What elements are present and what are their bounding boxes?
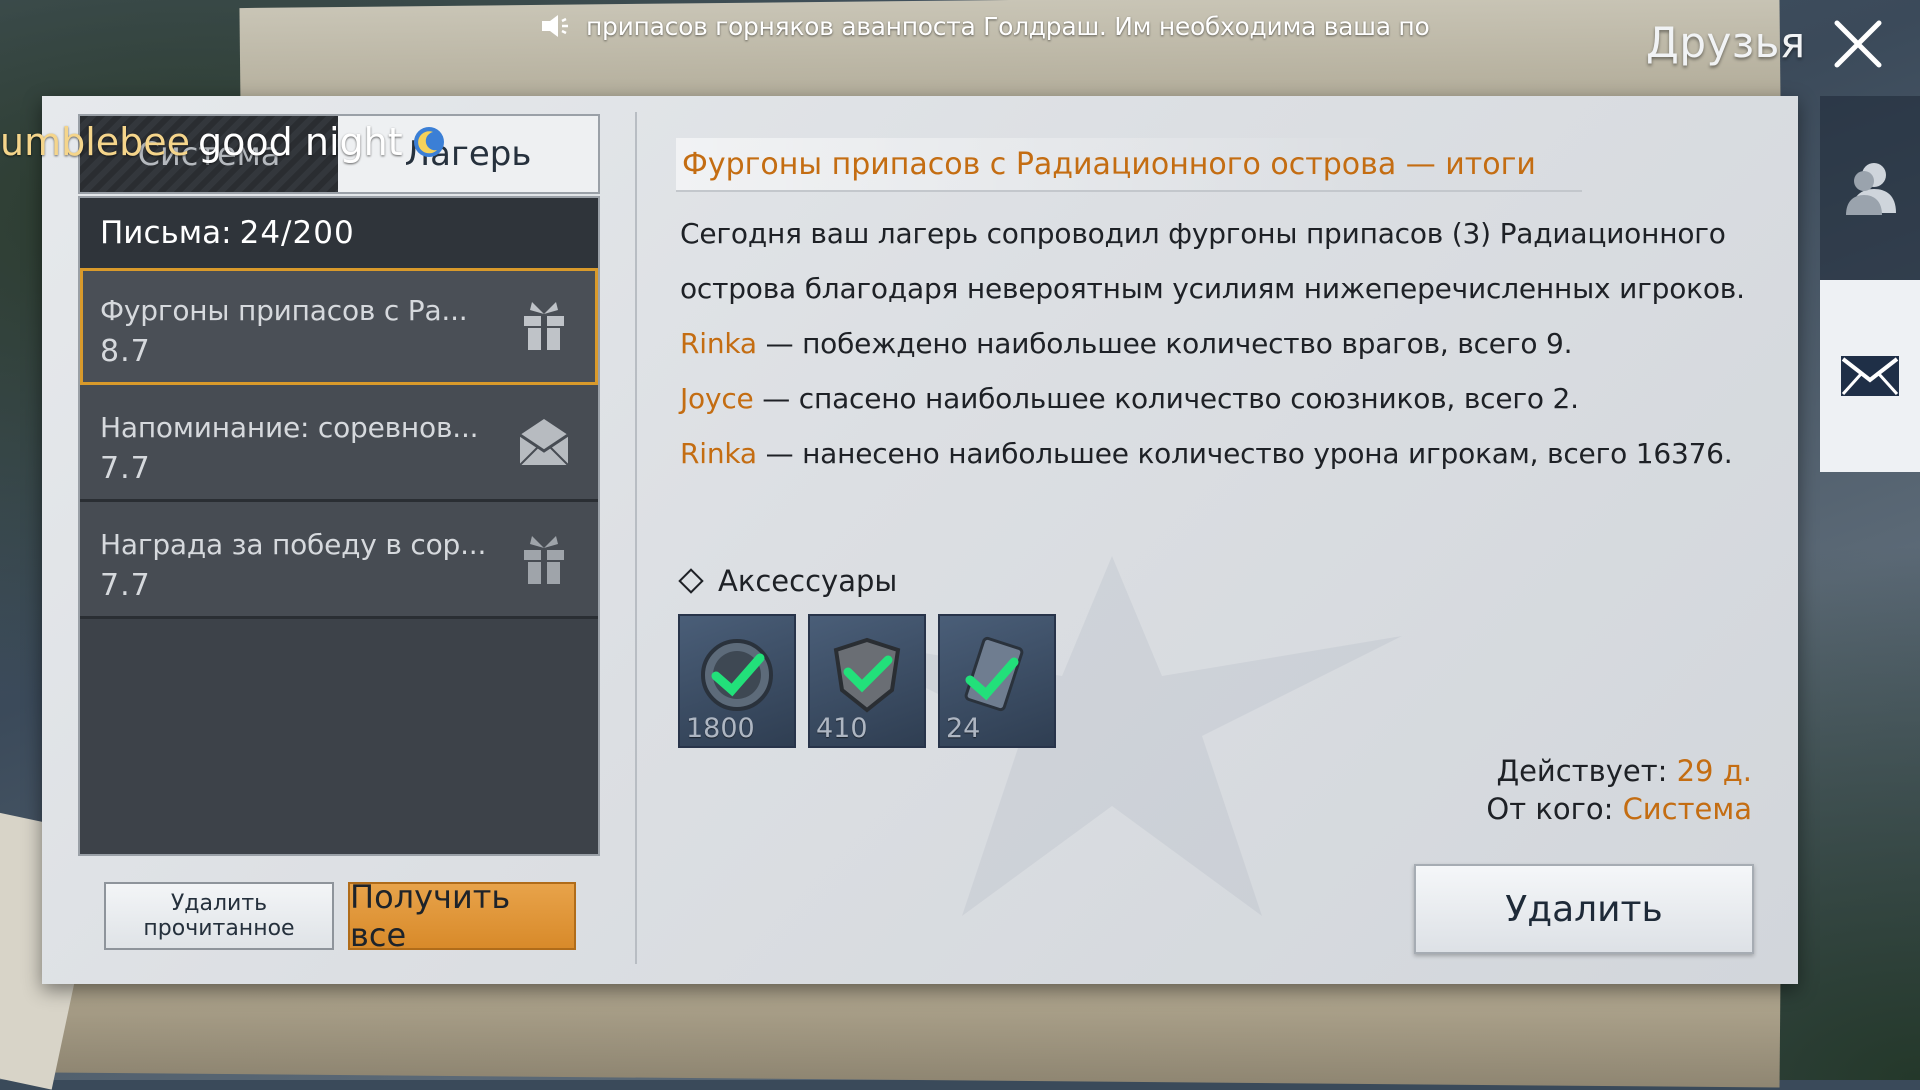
attachments-list: 1800 410 24 (678, 614, 1056, 748)
from-label: От кого: (1486, 792, 1614, 826)
stat-text: — побеждено наибольшее количество врагов… (756, 327, 1573, 360)
mail-date: 8.7 (100, 334, 151, 369)
speaker-icon (540, 13, 574, 39)
stat-text: — спасено наибольшее количество союзнико… (753, 382, 1579, 415)
mail-text-line: Rinka — нанесено наибольшее количество у… (680, 426, 1810, 481)
mail-body: Сегодня ваш лагерь сопроводил фургоны пр… (680, 206, 1810, 481)
chat-nick: umblebee (0, 120, 191, 164)
mail-date: 7.7 (100, 568, 151, 603)
close-icon (1834, 20, 1882, 68)
from-row: От кого: Система (1486, 790, 1752, 828)
side-tab-mail[interactable] (1820, 280, 1920, 472)
friends-icon (1846, 163, 1896, 215)
mail-list-item[interactable]: Напоминание: соревнов... 7.7 (80, 385, 598, 502)
mail-meta: Действует: 29 д. От кого: Система (1486, 752, 1752, 828)
badge-check-icon (833, 637, 901, 713)
side-tab-friends[interactable] (1820, 96, 1920, 280)
mail-list-item[interactable]: Фургоны припасов с Ра... 8.7 (80, 268, 598, 385)
gift-icon (524, 536, 564, 584)
diamond-icon (678, 568, 704, 594)
mail-subject: Фургоны припасов с Ра... (100, 294, 468, 327)
attachment-qty: 24 (946, 713, 981, 744)
card-check-icon (964, 636, 1024, 712)
mail-text-line: Rinka — побеждено наибольшее количество … (680, 316, 1810, 371)
close-button[interactable] (1826, 12, 1890, 76)
gift-icon (524, 302, 564, 350)
player-name: Rinka (680, 437, 757, 470)
attachment-qty: 1800 (686, 713, 755, 744)
mail-list-item[interactable]: Награда за победу в сор... 7.7 (80, 502, 598, 619)
chat-message: umblebee good night (0, 120, 447, 164)
player-name: Rinka (680, 327, 757, 360)
valid-label: Действует: (1496, 754, 1668, 788)
from-value: Система (1622, 792, 1752, 826)
page-title: Друзья (1646, 18, 1806, 67)
attachments-header: Аксессуары (678, 564, 898, 598)
delete-read-button[interactable]: Удалить прочитанное (104, 882, 334, 950)
delete-button[interactable]: Удалить (1414, 864, 1754, 954)
mail-text-line: Сегодня ваш лагерь сопроводил фургоны пр… (680, 217, 1726, 250)
mail-subject: Награда за победу в сор... (100, 528, 487, 561)
letters-label: Письма: (100, 215, 232, 251)
moon-icon (413, 127, 444, 157)
mail-list: Письма: 24/200 Фургоны припасов с Ра... … (78, 196, 600, 856)
valid-value: 29 д. (1676, 754, 1752, 788)
get-all-button[interactable]: Получить все (348, 878, 576, 954)
mail-title: Фургоны припасов с Радиационного острова… (676, 138, 1582, 192)
letters-counter: Письма: 24/200 (80, 198, 598, 268)
mail-date: 7.7 (100, 451, 151, 486)
valid-row: Действует: 29 д. (1486, 752, 1752, 790)
attachments-label: Аксессуары (718, 564, 898, 598)
mail-text-line: острова благодаря невероятным усилиям ни… (680, 272, 1745, 305)
broadcast-ticker: припасов горняков аванпоста Голдраш. Им … (540, 6, 1430, 46)
attachment-item[interactable]: 410 (808, 614, 926, 748)
chat-text: good night (198, 120, 403, 164)
letters-count: 24/200 (239, 215, 355, 251)
envelope-icon (1841, 356, 1899, 396)
mail-panel: Система Лагерь Письма: 24/200 Фургоны пр… (42, 96, 1798, 984)
panel-divider (635, 112, 637, 964)
attachment-item[interactable]: 24 (938, 614, 1056, 748)
attachment-item[interactable]: 1800 (678, 614, 796, 748)
mail-text-line: Joyce — спасено наибольшее количество со… (680, 371, 1810, 426)
background-paper (49, 967, 1781, 1088)
stat-text: — нанесено наибольшее количество урона и… (756, 437, 1733, 470)
mail-subject: Напоминание: соревнов... (100, 411, 479, 444)
envelope-icon (519, 419, 569, 466)
coin-check-icon (701, 639, 773, 711)
attachment-qty: 410 (816, 713, 868, 744)
player-name: Joyce (680, 382, 754, 415)
ticker-text: припасов горняков аванпоста Голдраш. Им … (586, 11, 1430, 41)
